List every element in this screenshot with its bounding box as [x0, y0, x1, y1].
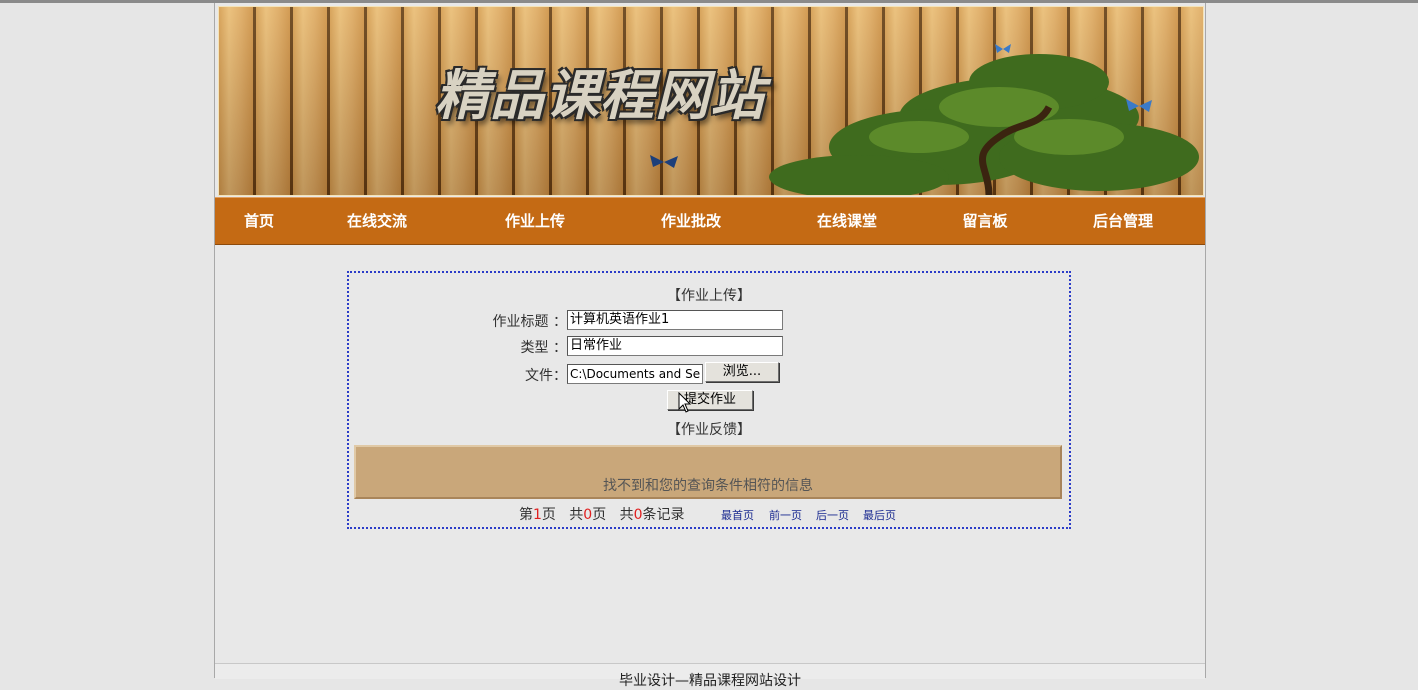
- title-label: 作业标题 ：: [492, 314, 567, 330]
- nav-item-online-class[interactable]: 在线课堂: [807, 198, 887, 244]
- butterfly-icon: [650, 155, 678, 168]
- pager-first-link[interactable]: 最首页: [721, 507, 754, 523]
- nav-item-message-board[interactable]: 留言板: [953, 198, 1017, 244]
- type-input[interactable]: 日常作业: [567, 336, 783, 356]
- nav-item-admin[interactable]: 后台管理: [1083, 198, 1163, 244]
- footer-text: 毕业设计—精品课程网站设计: [619, 673, 801, 689]
- butterfly-icon: [1126, 99, 1152, 112]
- page-container: 精品课程网站 首页 在线交流 作业上传 作业批改 在线课堂 留言板 后台管理 【…: [214, 3, 1206, 689]
- nav-item-homework-upload[interactable]: 作业上传: [495, 198, 575, 244]
- pager-next-link[interactable]: 后一页: [816, 507, 849, 523]
- pager-summary: 第1页 共0页 共0条记录: [519, 507, 685, 523]
- nav-item-homework-grading[interactable]: 作业批改: [651, 198, 731, 244]
- feedback-results: 找不到和您的查询条件相符的信息: [354, 445, 1062, 499]
- pager-prev-link[interactable]: 前一页: [769, 507, 802, 523]
- no-results-message: 找不到和您的查询条件相符的信息: [603, 478, 813, 494]
- page-footer: 毕业设计—精品课程网站设计: [215, 663, 1205, 689]
- butterfly-icon: [995, 44, 1011, 53]
- homework-panel: 【作业上传】 作业标题 ： 计算机英语作业1 类型 ： 日常作业 文件： C:\…: [347, 271, 1071, 529]
- browse-button[interactable]: 浏览...: [705, 362, 779, 382]
- upload-section-title: 【作业上传】: [667, 288, 751, 304]
- feedback-section-title: 【作业反馈】: [667, 422, 751, 438]
- pager-last-link[interactable]: 最后页: [863, 507, 896, 523]
- total-pages-number: 0: [583, 507, 593, 523]
- mouse-pointer-icon: [678, 392, 692, 413]
- type-label: 类型 ：: [520, 340, 567, 356]
- nav-item-online-chat[interactable]: 在线交流: [337, 198, 417, 244]
- nav-item-home[interactable]: 首页: [233, 198, 285, 244]
- title-input[interactable]: 计算机英语作业1: [567, 310, 783, 330]
- file-path-input[interactable]: C:\Documents and Se: [567, 364, 703, 384]
- main-nav: 首页 在线交流 作业上传 作业批改 在线课堂 留言板 后台管理: [215, 197, 1205, 245]
- file-label: 文件：: [525, 368, 567, 384]
- current-page-number: 1: [533, 507, 542, 523]
- site-logo-text: 精品课程网站: [435, 64, 765, 127]
- header-banner: 精品课程网站: [218, 6, 1204, 196]
